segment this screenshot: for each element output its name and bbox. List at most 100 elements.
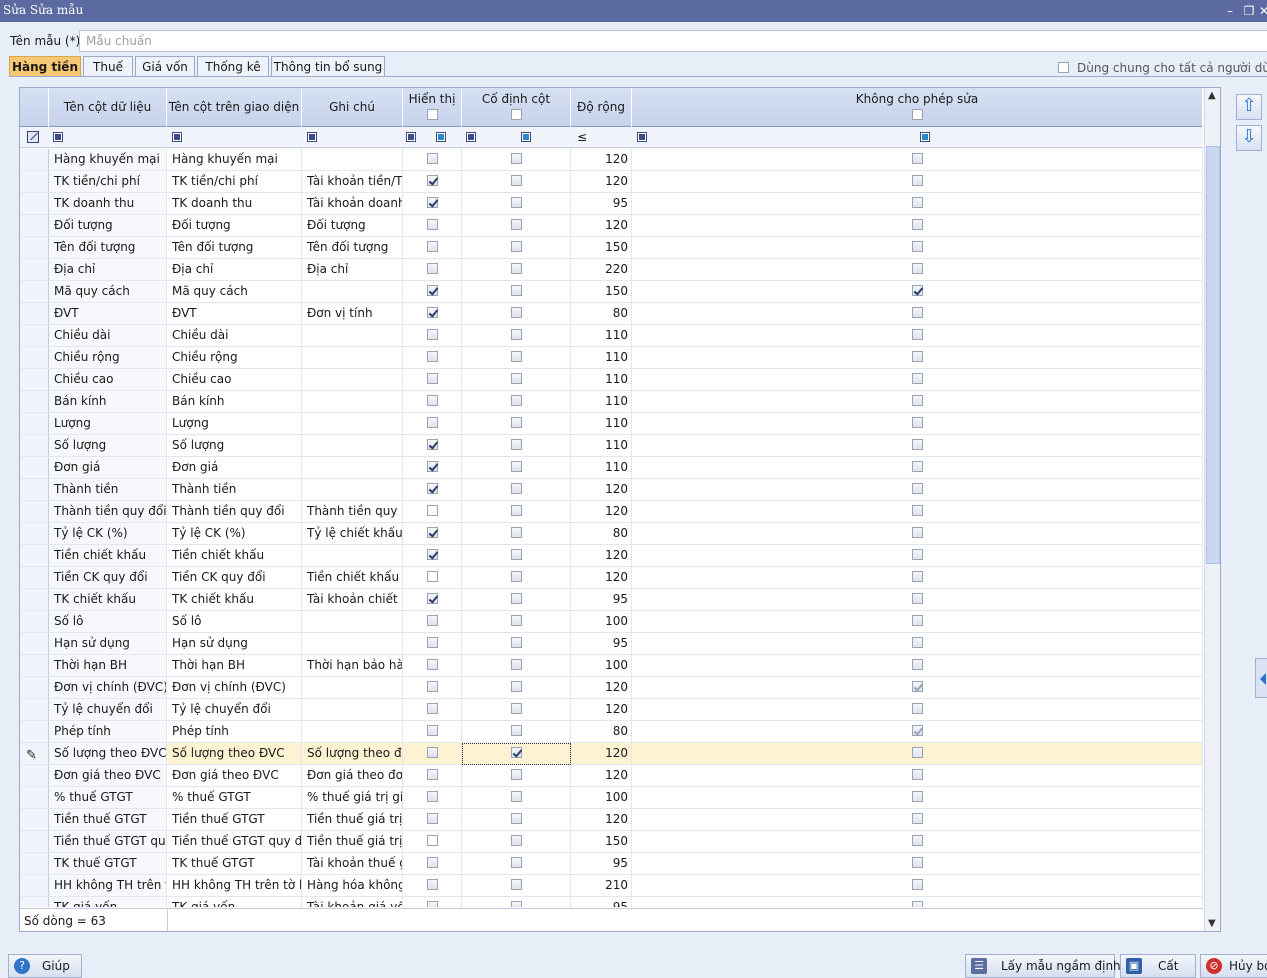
fixed-checkbox[interactable]	[510, 769, 522, 780]
cell-ui-name[interactable]: Bán kính	[167, 391, 302, 412]
cell-show[interactable]	[403, 765, 462, 786]
cell-note[interactable]	[302, 369, 403, 390]
header-note[interactable]: Ghi chú	[302, 88, 403, 127]
cell-noedit[interactable]	[632, 699, 1203, 720]
cell-noedit[interactable]	[632, 391, 1203, 412]
cell-ui-name[interactable]: Tiền chiết khấu	[167, 545, 302, 566]
table-row[interactable]: Mã quy cách Mã quy cách 150	[20, 281, 1203, 303]
cell-noedit[interactable]	[632, 435, 1203, 456]
scroll-up-icon[interactable]: ▲	[1208, 90, 1216, 101]
filter-show-icon[interactable]	[406, 132, 416, 142]
cell-width[interactable]: 110	[571, 391, 632, 412]
row-indicator[interactable]	[20, 281, 49, 302]
show-checkbox[interactable]	[426, 879, 438, 890]
tab-thue[interactable]: Thuế	[83, 56, 133, 77]
show-checkbox[interactable]	[426, 835, 438, 846]
cell-ui-name[interactable]: Đơn giá	[167, 457, 302, 478]
cell-show[interactable]	[403, 237, 462, 258]
show-checkbox[interactable]	[426, 417, 438, 428]
show-checkbox[interactable]	[426, 395, 438, 406]
cell-show[interactable]	[403, 435, 462, 456]
show-checkbox[interactable]	[426, 593, 438, 604]
table-row[interactable]: Đơn giá Đơn giá 110	[20, 457, 1203, 479]
show-checkbox[interactable]	[426, 197, 438, 208]
cell-ui-name[interactable]: Đơn giá theo ĐVC	[167, 765, 302, 786]
cell-note[interactable]	[302, 391, 403, 412]
header-width[interactable]: Độ rộng	[571, 88, 632, 127]
cell-fixed[interactable]	[462, 347, 571, 368]
table-row[interactable]: Tiền chiết khấu Tiền chiết khấu 120	[20, 545, 1203, 567]
cell-note[interactable]: Tài khoản thuế gi	[302, 853, 403, 874]
show-checkbox[interactable]	[426, 373, 438, 384]
cell-noedit[interactable]	[632, 281, 1203, 302]
cell-note[interactable]	[302, 699, 403, 720]
table-row[interactable]: Đơn giá theo ĐVC Đơn giá theo ĐVC Đơn giá …	[20, 765, 1203, 787]
cell-width[interactable]: 120	[571, 479, 632, 500]
noedit-checkbox[interactable]	[911, 439, 923, 450]
cell-ui-name[interactable]: Số lượng theo ĐVC	[167, 743, 302, 764]
fixed-checkbox[interactable]	[510, 681, 522, 692]
vertical-scrollbar[interactable]: ▲ ▼	[1204, 88, 1220, 931]
minimize-icon[interactable]: –	[1221, 2, 1239, 20]
cell-width[interactable]: 120	[571, 567, 632, 588]
noedit-checkbox[interactable]	[911, 747, 923, 758]
cell-show[interactable]	[403, 743, 462, 764]
cell-noedit[interactable]	[632, 347, 1203, 368]
cell-fixed[interactable]	[462, 721, 571, 742]
table-row[interactable]: TK tiền/chi phí TK tiền/chi phí Tài khoản …	[20, 171, 1203, 193]
cell-noedit[interactable]	[632, 655, 1203, 676]
side-panel-toggle[interactable]	[1255, 658, 1267, 698]
cell-noedit[interactable]	[632, 831, 1203, 852]
row-indicator[interactable]	[20, 435, 49, 456]
noedit-checkbox[interactable]	[911, 241, 923, 252]
cell-fixed[interactable]	[462, 567, 571, 588]
cell-show[interactable]	[403, 545, 462, 566]
tab-thong-tin-bo-sung[interactable]: Thông tin bổ sung	[271, 56, 385, 77]
cell-ui-name[interactable]: ĐVT	[167, 303, 302, 324]
cell-ui-name[interactable]: TK chiết khấu	[167, 589, 302, 610]
table-row[interactable]: Địa chỉ Địa chỉ Địa chỉ 220	[20, 259, 1203, 281]
tab-thong-ke[interactable]: Thống kê	[197, 56, 269, 77]
cell-width[interactable]: 110	[571, 369, 632, 390]
header-noedit[interactable]: Không cho phép sửa	[632, 88, 1203, 127]
cell-width[interactable]: 150	[571, 281, 632, 302]
noedit-checkbox[interactable]	[911, 681, 923, 692]
filter-noedit-icon[interactable]	[637, 132, 647, 142]
fixed-checkbox[interactable]	[510, 483, 522, 494]
noedit-checkbox[interactable]	[911, 593, 923, 604]
noedit-checkbox[interactable]	[911, 219, 923, 230]
cell-width[interactable]: 95	[571, 633, 632, 654]
cell-note[interactable]	[302, 325, 403, 346]
fixed-checkbox[interactable]	[510, 835, 522, 846]
cell-note[interactable]: Tài khoản chiết k	[302, 589, 403, 610]
cell-note[interactable]	[302, 545, 403, 566]
cell-width[interactable]: 120	[571, 765, 632, 786]
cell-show[interactable]	[403, 391, 462, 412]
header-data-name[interactable]: Tên cột dữ liệu	[49, 88, 167, 127]
filter-width-operator[interactable]: ≤	[577, 130, 587, 144]
cell-note[interactable]: Tên đối tượng	[302, 237, 403, 258]
cell-width[interactable]: 120	[571, 149, 632, 170]
close-icon[interactable]: ✕	[1255, 2, 1267, 20]
cell-noedit[interactable]	[632, 589, 1203, 610]
row-indicator[interactable]	[20, 853, 49, 874]
cell-noedit[interactable]	[632, 501, 1203, 522]
cell-note[interactable]: Tài khoản giá vốn	[302, 897, 403, 907]
cell-noedit[interactable]	[632, 215, 1203, 236]
cell-width[interactable]: 110	[571, 413, 632, 434]
row-indicator[interactable]	[20, 391, 49, 412]
fixed-checkbox[interactable]	[510, 175, 522, 186]
cell-width[interactable]: 100	[571, 611, 632, 632]
noedit-checkbox[interactable]	[911, 527, 923, 538]
cell-note[interactable]: % thuế giá trị gia t	[302, 787, 403, 808]
cell-width[interactable]: 220	[571, 259, 632, 280]
cell-ui-name[interactable]: TK thuế GTGT	[167, 853, 302, 874]
cell-note[interactable]	[302, 281, 403, 302]
cell-show[interactable]	[403, 501, 462, 522]
show-checkbox[interactable]	[426, 263, 438, 274]
noedit-checkbox[interactable]	[911, 571, 923, 582]
table-row[interactable]: Bán kính Bán kính 110	[20, 391, 1203, 413]
noedit-checkbox[interactable]	[911, 483, 923, 494]
cell-noedit[interactable]	[632, 721, 1203, 742]
table-row[interactable]: Tỷ lệ CK (%) Tỷ lệ CK (%) Tỷ lệ chiết khấu…	[20, 523, 1203, 545]
